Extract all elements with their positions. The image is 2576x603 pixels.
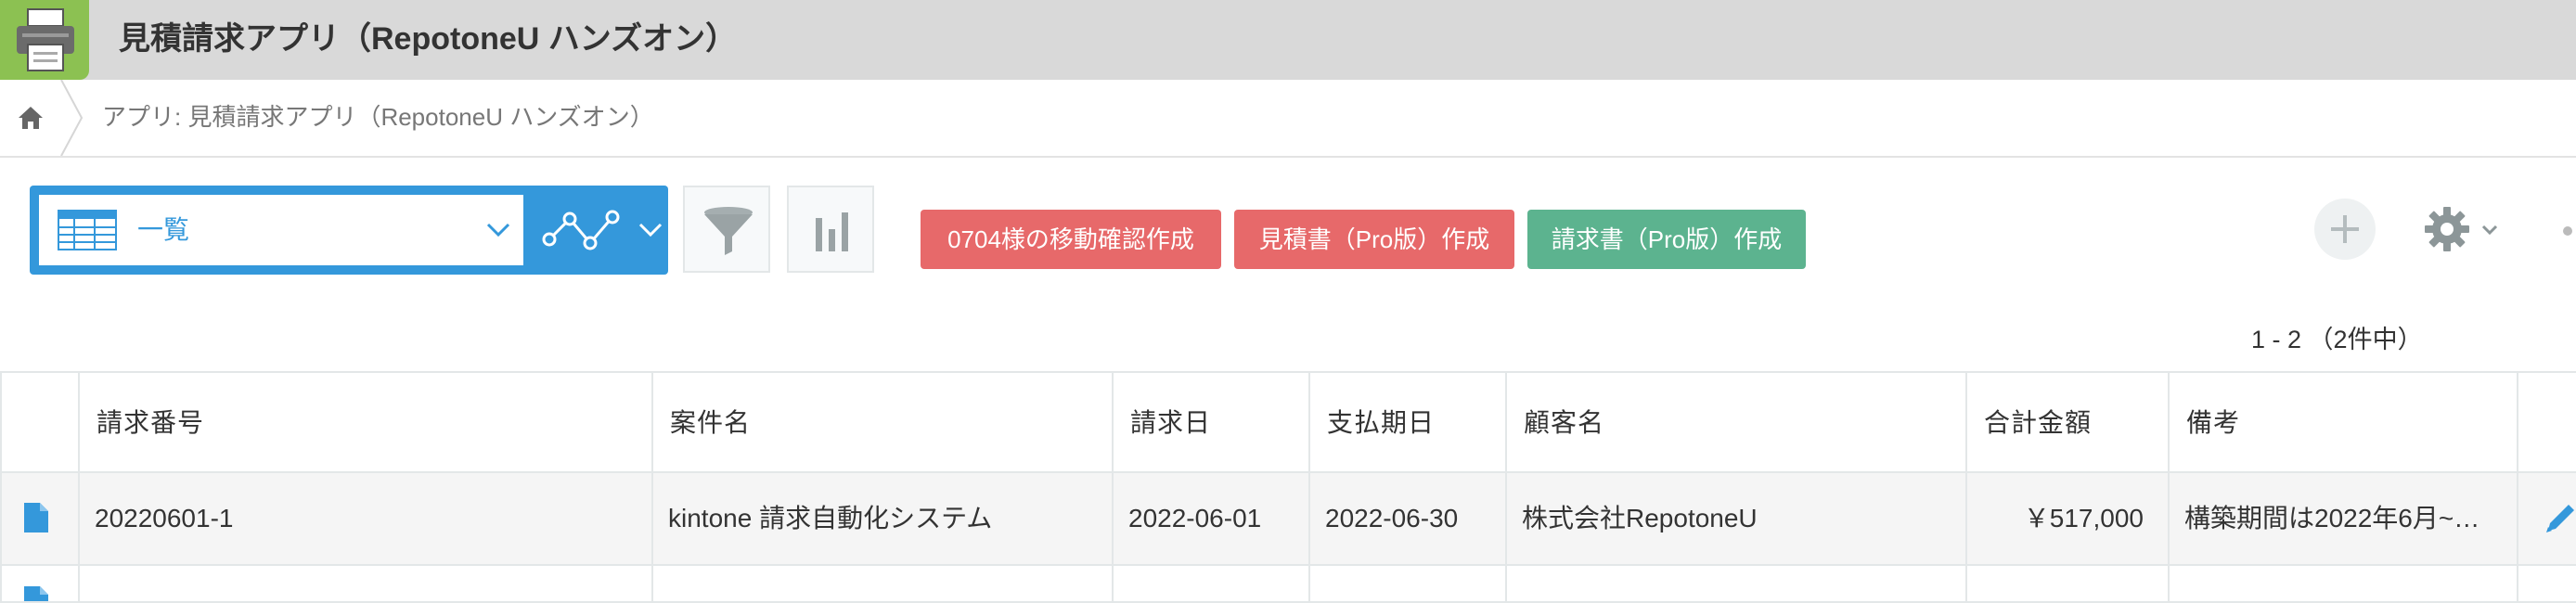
column-header-invoice-date[interactable]: 請求日 [1112, 371, 1308, 473]
filter-button[interactable] [683, 186, 770, 273]
invoice-pro-create-button[interactable]: 請求書（Pro版）作成 [1527, 210, 1806, 269]
view-selector-bar: 一覧 [30, 186, 668, 275]
cell-invoice-date: 2022-06-01 [1112, 473, 1308, 566]
bar-chart-icon [816, 212, 848, 251]
column-header-note[interactable]: 備考 [2168, 371, 2517, 473]
settings-button[interactable] [2420, 200, 2502, 258]
graph-dropdown[interactable] [531, 195, 668, 265]
table-cell [78, 566, 651, 603]
record-detail-link[interactable] [0, 566, 78, 603]
pencil-icon [2546, 505, 2574, 532]
header-icon-cell [0, 371, 78, 473]
home-icon [19, 107, 43, 129]
table-cell [1112, 566, 1308, 603]
cell-note: 構築期間は2022年6月~… [2168, 473, 2517, 566]
column-header-case-name[interactable]: 案件名 [651, 371, 1112, 473]
document-icon [24, 586, 48, 601]
column-header-customer[interactable]: 顧客名 [1505, 371, 1965, 473]
breadcrumb: アプリ: 見積請求アプリ（RepotoneU ハンズオン） [0, 80, 2576, 158]
cell-invoice-no: 20220601-1 [78, 473, 651, 566]
view-name: 一覧 [137, 215, 190, 244]
cell-total: ￥517,000 [1965, 473, 2168, 566]
table-cell [2168, 566, 2517, 603]
chevron-down-icon [486, 223, 510, 237]
table-cell [2517, 566, 2576, 603]
more-options-icon[interactable] [2563, 226, 2572, 236]
header-edit-cell [2517, 371, 2576, 473]
chevron-down-icon [2481, 225, 2498, 236]
table-cell [1505, 566, 1965, 603]
table-cell [651, 566, 1112, 603]
app-header: 見積請求アプリ（RepotoneU ハンズオン） [0, 0, 2576, 80]
pagination-range: 1 - 2 [2251, 326, 2302, 353]
funnel-icon [704, 207, 753, 255]
gear-icon [2425, 207, 2469, 251]
printer-icon[interactable] [0, 0, 89, 80]
cell-due-date: 2022-06-30 [1308, 473, 1505, 566]
app-title: 見積請求アプリ（RepotoneU ハンズオン） [119, 21, 738, 57]
plus-icon [2331, 215, 2359, 243]
quote-pro-create-button[interactable]: 見積書（Pro版）作成 [1234, 210, 1514, 269]
chart-button[interactable] [787, 186, 874, 273]
pagination-total: （2件中） [2308, 326, 2423, 353]
document-icon [24, 503, 48, 532]
column-header-due-date[interactable]: 支払期日 [1308, 371, 1505, 473]
table-cell [1965, 566, 2168, 603]
movement-check-create-button[interactable]: 0704様の移動確認作成 [921, 210, 1221, 269]
chevron-down-icon [638, 223, 663, 237]
edit-record-button[interactable] [2517, 473, 2576, 566]
table-cell [1308, 566, 1505, 603]
table-icon [58, 210, 117, 250]
line-graph-icon [542, 210, 620, 250]
view-dropdown[interactable]: 一覧 [39, 195, 523, 265]
breadcrumb-separator [60, 80, 84, 156]
pagination-info: 1 - 2 （2件中） [2251, 321, 2423, 358]
breadcrumb-app-link[interactable]: アプリ: 見積請求アプリ（RepotoneU ハンズオン） [102, 100, 654, 134]
column-header-invoice-no[interactable]: 請求番号 [78, 371, 651, 473]
cell-case-name: kintone 請求自動化システム [651, 473, 1112, 566]
column-header-total[interactable]: 合計金額 [1965, 371, 2168, 473]
cell-customer: 株式会社RepotoneU [1505, 473, 1965, 566]
add-record-button[interactable] [2314, 199, 2376, 260]
record-detail-link[interactable] [0, 473, 78, 566]
